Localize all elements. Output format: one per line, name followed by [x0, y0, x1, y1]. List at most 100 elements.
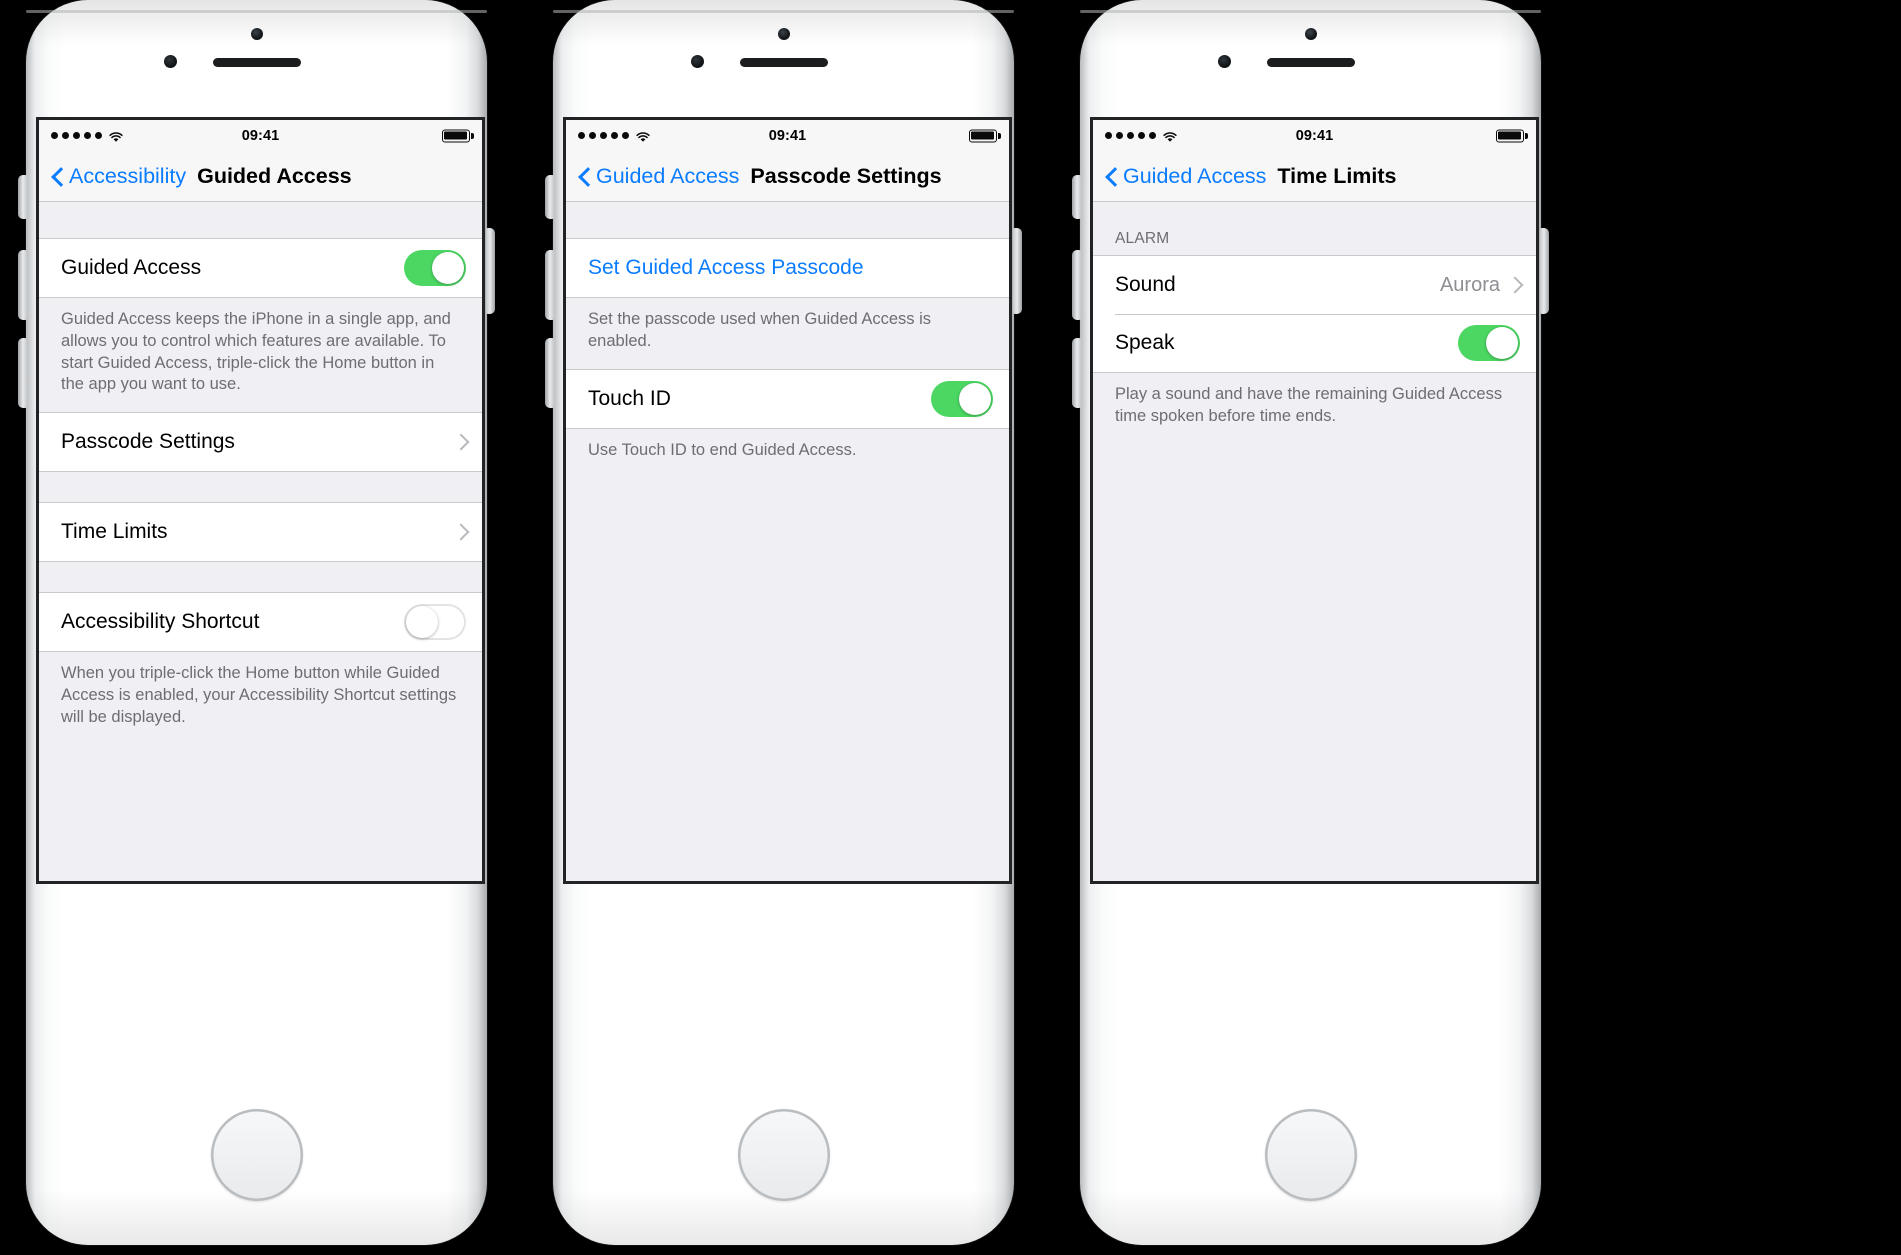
battery-cap-icon	[998, 132, 1001, 139]
proximity-sensor-icon	[164, 55, 177, 68]
volume-up-button[interactable]	[545, 250, 554, 320]
row-label: Accessibility Shortcut	[61, 610, 260, 634]
power-button[interactable]	[1540, 228, 1549, 314]
section-header-alarm: ALARM	[1093, 202, 1536, 255]
status-bar: 09:41	[1093, 120, 1536, 151]
volume-down-button[interactable]	[1072, 338, 1081, 408]
toggle-touch-id[interactable]	[931, 380, 993, 417]
row-speak[interactable]: Speak	[1093, 314, 1536, 372]
home-button[interactable]	[1264, 1109, 1357, 1201]
antenna-band	[553, 10, 1014, 13]
screen-guided-access: 09:41 Accessibility Guided Access Guided…	[36, 117, 485, 884]
ring-silent-switch[interactable]	[545, 175, 554, 219]
chevron-right-icon	[455, 433, 466, 451]
footer-alarm: Play a sound and have the remaining Guid…	[1093, 373, 1536, 444]
battery-icon	[442, 129, 470, 142]
group-alarm: Sound Aurora Speak	[1093, 255, 1536, 373]
row-label: Touch ID	[588, 386, 671, 410]
row-label: Speak	[1115, 331, 1175, 354]
iphone-device-passcode-settings: 09:41 Guided Access Passcode Settings Se…	[531, 0, 1036, 1255]
row-sound[interactable]: Sound Aurora	[1093, 256, 1536, 314]
proximity-sensor-icon	[1218, 55, 1231, 68]
toggle-knob	[432, 252, 464, 284]
group-passcode-settings: Passcode Settings	[39, 412, 482, 473]
row-accessibility-shortcut[interactable]: Accessibility Shortcut	[39, 593, 482, 652]
proximity-sensor-icon	[691, 55, 704, 68]
earpiece-speaker	[212, 58, 301, 67]
toggle-guided-access[interactable]	[404, 250, 466, 286]
row-label: Passcode Settings	[61, 430, 235, 454]
footer-guided-access: Guided Access keeps the iPhone in a sing…	[39, 298, 482, 413]
group-touch-id: Touch ID	[566, 368, 1009, 429]
power-button[interactable]	[1013, 228, 1022, 314]
ring-silent-switch[interactable]	[1072, 175, 1081, 219]
row-label: Guided Access	[61, 256, 202, 279]
status-bar: 09:41	[566, 120, 1009, 151]
back-button-guided-access[interactable]: Guided Access	[1105, 164, 1266, 189]
front-camera-icon	[1304, 28, 1317, 40]
back-button-label: Accessibility	[69, 163, 187, 188]
list-top-spacer	[39, 202, 482, 238]
settings-list: Guided Access Guided Access keeps the iP…	[39, 202, 482, 881]
chevron-right-icon	[455, 523, 466, 541]
toggle-knob	[1486, 327, 1518, 359]
footer-set-passcode: Set the passcode used when Guided Access…	[566, 298, 1009, 369]
status-bar-time: 09:41	[1295, 127, 1334, 144]
volume-up-button[interactable]	[1072, 250, 1081, 320]
volume-up-button[interactable]	[18, 250, 27, 320]
power-button[interactable]	[486, 228, 495, 314]
row-set-guided-access-passcode[interactable]: Set Guided Access Passcode	[566, 239, 1009, 297]
row-passcode-settings[interactable]: Passcode Settings	[39, 413, 482, 472]
row-guided-access[interactable]: Guided Access	[39, 239, 482, 297]
toggle-knob	[959, 382, 991, 415]
toggle-speak[interactable]	[1458, 325, 1520, 361]
back-button-guided-access[interactable]: Guided Access	[578, 164, 739, 189]
settings-list: Set Guided Access Passcode Set the passc…	[566, 202, 1009, 881]
volume-down-button[interactable]	[545, 338, 554, 408]
chevron-left-icon	[578, 166, 591, 187]
row-label: Set Guided Access Passcode	[588, 256, 864, 279]
row-label: Time Limits	[61, 520, 168, 544]
group-time-limits: Time Limits	[39, 502, 482, 563]
navigation-bar: Guided Access Time Limits	[1093, 151, 1536, 202]
status-bar-time: 09:41	[768, 127, 807, 144]
group-accessibility-shortcut: Accessibility Shortcut	[39, 592, 482, 653]
toggle-accessibility-shortcut[interactable]	[404, 604, 466, 641]
row-label: Sound	[1115, 273, 1176, 296]
earpiece-speaker	[1266, 58, 1355, 67]
battery-cap-icon	[1525, 132, 1528, 139]
battery-icon	[969, 129, 997, 142]
page-title: Passcode Settings	[750, 163, 942, 188]
iphone-device-time-limits: 09:41 Guided Access Time Limits ALARM So…	[1058, 0, 1563, 1255]
ring-silent-switch[interactable]	[18, 175, 27, 219]
three-iphone-screenshot-composition: 09:41 Accessibility Guided Access Guided…	[0, 0, 1901, 1255]
chevron-right-icon	[1509, 276, 1520, 294]
status-bar-time: 09:41	[241, 127, 280, 144]
settings-list: ALARM Sound Aurora Speak Play a sound an…	[1093, 202, 1536, 881]
battery-icon	[1496, 129, 1524, 142]
page-title: Guided Access	[197, 163, 352, 188]
list-top-spacer	[566, 202, 1009, 238]
home-button[interactable]	[210, 1109, 303, 1201]
row-touch-id[interactable]: Touch ID	[566, 369, 1009, 428]
front-camera-icon	[250, 28, 263, 40]
battery-cap-icon	[471, 132, 474, 139]
home-button[interactable]	[737, 1109, 830, 1201]
screen-time-limits: 09:41 Guided Access Time Limits ALARM So…	[1090, 117, 1539, 884]
volume-down-button[interactable]	[18, 338, 27, 408]
antenna-band	[1080, 10, 1541, 13]
row-time-limits[interactable]: Time Limits	[39, 503, 482, 562]
group-guided-access-toggle: Guided Access	[39, 238, 482, 298]
antenna-band	[26, 10, 487, 13]
iphone-device-guided-access: 09:41 Accessibility Guided Access Guided…	[4, 0, 509, 1255]
front-camera-icon	[777, 28, 790, 40]
back-button-label: Guided Access	[596, 163, 740, 188]
earpiece-speaker	[739, 58, 828, 67]
toggle-knob	[406, 606, 438, 639]
navigation-bar: Guided Access Passcode Settings	[566, 151, 1009, 202]
footer-touch-id: Use Touch ID to end Guided Access.	[566, 428, 1009, 478]
footer-accessibility-shortcut: When you triple-click the Home button wh…	[39, 652, 482, 745]
back-button-accessibility[interactable]: Accessibility	[51, 164, 186, 189]
